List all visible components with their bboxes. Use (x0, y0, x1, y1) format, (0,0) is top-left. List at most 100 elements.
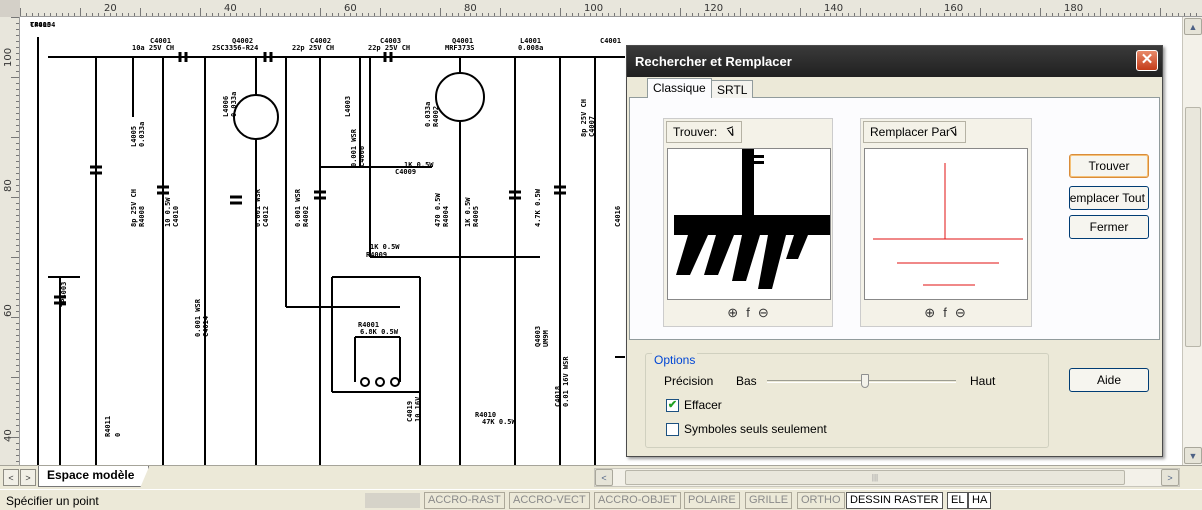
ruler-corner (0, 0, 20, 17)
status-toggle-accro-objet[interactable]: ACCRO-OBJET (594, 492, 681, 509)
replace-dropdown[interactable]: Remplacer Par⊽ (863, 121, 966, 143)
scroll-right-button[interactable]: > (1161, 469, 1179, 486)
ruler-tick (62, 13, 63, 16)
find-dropdown[interactable]: Trouver: ⊽ (666, 121, 743, 143)
status-toggle-ortho[interactable]: ORTHO (797, 492, 845, 509)
ruler-tick (11, 437, 19, 438)
status-toggle-el[interactable]: EL (947, 492, 969, 509)
schematic-label: 10a 25V CH (132, 44, 174, 52)
ruler-tick (116, 13, 117, 16)
ruler-tick (476, 13, 477, 16)
ruler-tick (770, 13, 771, 16)
precision-slider-thumb[interactable] (861, 374, 870, 388)
ruler-tick (224, 13, 225, 16)
replace-all-label: Remplacer Tout (1069, 191, 1145, 205)
ruler-tick (800, 8, 801, 16)
zoom-fit-icon[interactable]: f (746, 305, 752, 320)
ruler-tick (16, 179, 19, 180)
ruler-tick (16, 41, 19, 42)
zoom-out-icon[interactable]: ⊖ (955, 305, 968, 321)
ruler-tick (290, 13, 291, 16)
ruler-tick (200, 8, 201, 16)
ruler-tick (716, 13, 717, 16)
zoom-fit-icon[interactable]: f (943, 305, 949, 320)
zoom-in-icon[interactable]: ⊕ (727, 305, 740, 321)
options-group: Options Précision Bas Haut ✔ Effacer Sym… (645, 353, 1049, 448)
ruler-tick (302, 13, 303, 16)
ruler-tick (878, 13, 879, 16)
status-toggle-grille[interactable]: GRILLE (745, 492, 793, 509)
ruler-tick (926, 13, 927, 16)
scroll-up-button[interactable]: ▲ (1184, 18, 1202, 35)
ruler-tick (16, 161, 19, 162)
schematic-label: 0 (114, 433, 122, 437)
find-button[interactable]: Trouver (1069, 154, 1149, 178)
ruler-tick (950, 13, 951, 16)
ruler-tick (650, 13, 651, 16)
ruler-tick (16, 65, 19, 66)
close-icon[interactable]: ✕ (1136, 50, 1158, 71)
ruler-tick (542, 13, 543, 16)
vertical-scroll-thumb[interactable] (1185, 107, 1201, 347)
symbols-only-label: Symboles seuls seulement (684, 422, 827, 436)
ruler-tick (1148, 13, 1149, 16)
ruler-tick (632, 13, 633, 16)
ruler-tick (1004, 13, 1005, 16)
ruler-tick (380, 8, 381, 16)
ruler-tick (16, 131, 19, 132)
zoom-out-icon[interactable]: ⊖ (758, 305, 771, 321)
ruler-tick (794, 13, 795, 16)
ruler-tick (410, 13, 411, 16)
status-toggle-dessin-raster[interactable]: DESSIN RASTER (846, 492, 943, 509)
ruler-tick (16, 299, 19, 300)
close-button[interactable]: Fermer (1069, 215, 1149, 239)
ruler-tick (674, 13, 675, 16)
scroll-left-button[interactable]: < (595, 469, 613, 486)
status-toggle-ha[interactable]: HA (968, 492, 992, 509)
ruler-tick (938, 13, 939, 16)
ruler-tick (686, 13, 687, 16)
ruler-tick (11, 377, 19, 378)
ruler-tick (932, 13, 933, 16)
ruler-tick (422, 13, 423, 16)
tab-prev-button[interactable]: < (3, 469, 19, 486)
ruler-tick (836, 13, 837, 16)
find-preview (667, 148, 831, 300)
status-toggle-accro-rast[interactable]: ACCRO-RAST (424, 492, 505, 509)
help-button[interactable]: Aide (1069, 368, 1149, 392)
find-symbol-box: Trouver: ⊽ ⊕ f ⊖ (663, 118, 833, 327)
erase-checkbox[interactable]: ✔ (666, 399, 679, 412)
ruler-tick (590, 13, 591, 16)
status-toggle-accro-vect[interactable]: ACCRO-VECT (509, 492, 590, 509)
symbols-only-checkbox[interactable] (666, 423, 679, 436)
scroll-down-button[interactable]: ▼ (1184, 447, 1202, 464)
schematic-label: R4002 (302, 206, 310, 227)
ruler-tick (16, 287, 19, 288)
tab-srtl[interactable]: SRTL (711, 80, 754, 98)
ruler-tick (16, 245, 19, 246)
ruler-tick (16, 401, 19, 402)
schematic-label: 0.033a (138, 122, 146, 147)
ruler-tick (16, 269, 19, 270)
ruler-tick (1010, 13, 1011, 16)
schematic-label: R4008 (138, 206, 146, 227)
tab-model-space[interactable]: Espace modèle (38, 466, 150, 487)
ruler-tick (16, 275, 19, 276)
horizontal-scroll-thumb[interactable]: ||| (625, 470, 1125, 485)
status-toggle-polaire[interactable]: POLAIRE (684, 492, 740, 509)
ruler-tick (11, 317, 19, 318)
ruler-tick (164, 13, 165, 16)
ruler-tick (16, 443, 19, 444)
horizontal-scrollbar[interactable]: < ||| > (594, 468, 1180, 487)
ruler-tick (578, 13, 579, 16)
ruler-tick (386, 13, 387, 16)
schematic-label: 470 0.5W (434, 192, 442, 227)
ruler-tick (680, 8, 681, 16)
zoom-in-icon[interactable]: ⊕ (924, 305, 937, 321)
replace-all-button[interactable]: Remplacer Tout (1069, 186, 1149, 210)
tab-next-button[interactable]: > (20, 469, 36, 486)
tab-classique[interactable]: Classique (647, 78, 712, 98)
ruler-tick (782, 13, 783, 16)
vertical-scrollbar[interactable]: ▲ ▼ (1182, 17, 1202, 465)
ruler-tick (416, 13, 417, 16)
